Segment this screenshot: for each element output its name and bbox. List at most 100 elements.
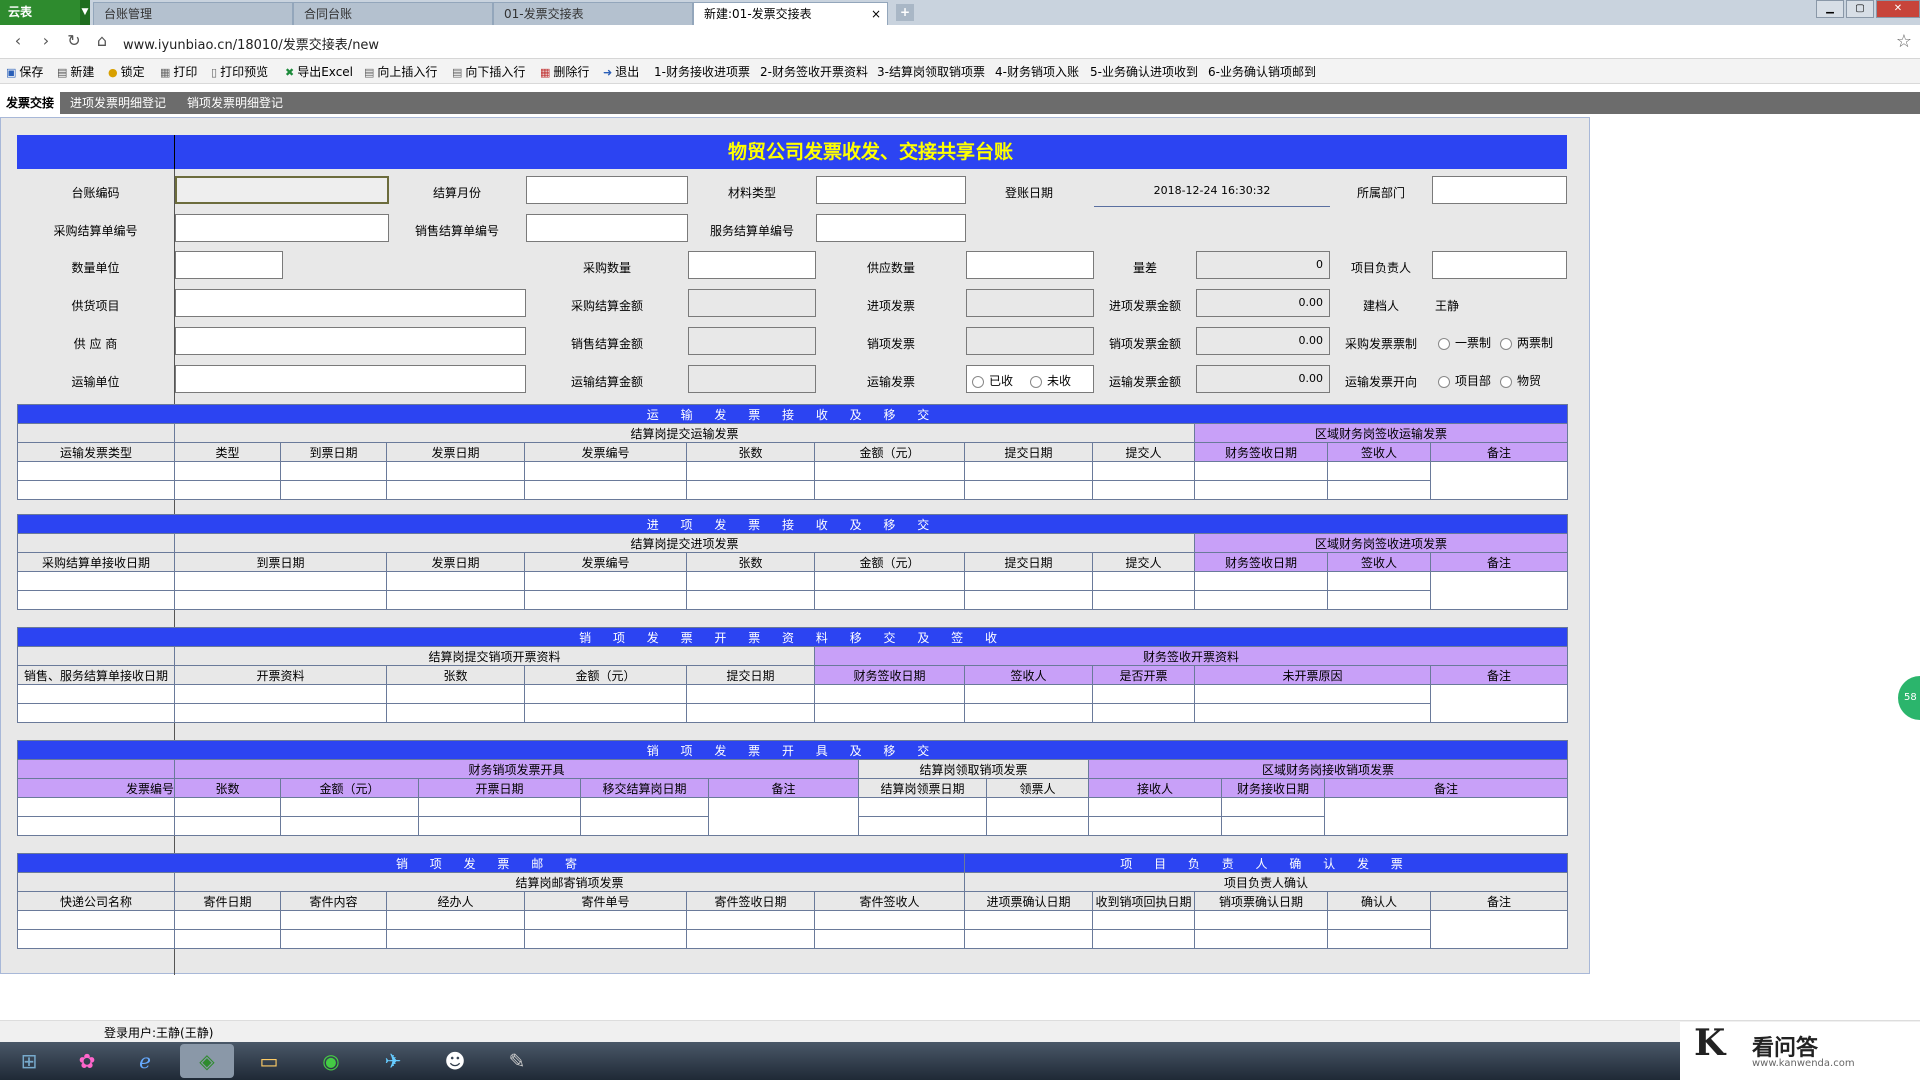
table-cell[interactable]: [964, 480, 1093, 500]
table-cell[interactable]: [524, 684, 687, 704]
new-tab-button[interactable]: +: [896, 4, 914, 21]
table-cell[interactable]: [280, 929, 387, 949]
table-cell[interactable]: [1430, 571, 1568, 610]
table-cell[interactable]: [686, 461, 815, 481]
refresh-icon[interactable]: ↻: [64, 31, 84, 51]
table-cell[interactable]: [986, 816, 1089, 836]
forward-icon[interactable]: ›: [36, 31, 56, 51]
table-cell[interactable]: [17, 461, 175, 481]
floating-assistant-button[interactable]: 58: [1898, 676, 1920, 720]
folder-icon[interactable]: ▭: [242, 1044, 296, 1078]
table-cell[interactable]: [524, 929, 687, 949]
table-cell[interactable]: [814, 910, 965, 930]
table-cell[interactable]: [986, 797, 1089, 817]
tab-invoice-handover-sheet[interactable]: 发票交接: [0, 92, 61, 114]
table-cell[interactable]: [386, 910, 525, 930]
url-field[interactable]: www.iyunbiao.cn/18010/发票交接表/new: [123, 34, 379, 53]
tab-close-icon[interactable]: ×: [871, 3, 881, 26]
table-cell[interactable]: [17, 703, 175, 723]
table-cell[interactable]: [686, 703, 815, 723]
table-cell[interactable]: [814, 590, 965, 610]
table-cell[interactable]: [1327, 929, 1431, 949]
table-cell[interactable]: [1194, 461, 1328, 481]
table-cell[interactable]: [1194, 703, 1431, 723]
table-cell[interactable]: [17, 797, 175, 817]
table-cell[interactable]: [386, 929, 525, 949]
maximize-icon[interactable]: ▢: [1846, 0, 1874, 18]
table-cell[interactable]: [686, 910, 815, 930]
tab-new-invoice-handover[interactable]: 新建:01-发票交接表 ×: [693, 2, 888, 25]
tab-output-invoice-register[interactable]: 销项发票明细登记: [181, 92, 289, 114]
table-cell[interactable]: [280, 480, 387, 500]
workflow-step-6-button[interactable]: 6-业务确认销项邮到: [1208, 63, 1316, 80]
table-cell[interactable]: [418, 797, 581, 817]
delete-row-button[interactable]: ▦ 删除行: [540, 63, 589, 80]
table-cell[interactable]: [580, 797, 709, 817]
table-cell[interactable]: [280, 910, 387, 930]
bookmark-star-icon[interactable]: ☆: [1896, 31, 1912, 52]
table-cell[interactable]: [174, 461, 281, 481]
table-cell[interactable]: [386, 590, 525, 610]
table-cell[interactable]: [1088, 816, 1222, 836]
table-cell[interactable]: [964, 703, 1093, 723]
table-cell[interactable]: [1194, 910, 1328, 930]
table-cell[interactable]: [1092, 480, 1195, 500]
home-icon[interactable]: ⌂: [92, 31, 112, 51]
browser-icon[interactable]: ℯ: [118, 1044, 172, 1078]
settle-month-input[interactable]: [526, 176, 688, 204]
table-cell[interactable]: [17, 910, 175, 930]
table-cell[interactable]: [418, 816, 581, 836]
table-cell[interactable]: [964, 910, 1093, 930]
app-icon[interactable]: ✿: [60, 1044, 114, 1078]
table-cell[interactable]: [174, 797, 281, 817]
tab-input-invoice-register[interactable]: 进项发票明细登记: [64, 92, 172, 114]
table-cell[interactable]: [964, 461, 1093, 481]
table-cell[interactable]: [386, 461, 525, 481]
table-cell[interactable]: [686, 684, 815, 704]
workflow-step-2-button[interactable]: 2-财务签收开票资料: [760, 63, 868, 80]
table-cell[interactable]: [386, 703, 525, 723]
table-cell[interactable]: [814, 703, 965, 723]
table-cell[interactable]: [580, 816, 709, 836]
service-no-input[interactable]: [816, 214, 966, 242]
yunbiao-app-icon[interactable]: ◈: [180, 1044, 234, 1078]
table-cell[interactable]: [964, 684, 1093, 704]
sync-app-icon[interactable]: ◉: [304, 1044, 358, 1078]
table-cell[interactable]: [174, 684, 387, 704]
table-cell[interactable]: [1429, 910, 1569, 949]
table-cell[interactable]: [280, 797, 419, 817]
two-ticket-radio[interactable]: 两票制: [1500, 334, 1553, 351]
table-cell[interactable]: [964, 590, 1093, 610]
table-cell[interactable]: [686, 590, 815, 610]
table-cell[interactable]: [1194, 571, 1328, 591]
table-cell[interactable]: [524, 480, 687, 500]
workflow-step-1-button[interactable]: 1-财务接收进项票: [654, 63, 750, 80]
lock-button[interactable]: ● 锁定: [108, 63, 145, 80]
print-preview-button[interactable]: ▯ 打印预览: [211, 63, 268, 80]
table-cell[interactable]: [1092, 703, 1195, 723]
start-button-icon[interactable]: ⊞: [2, 1044, 56, 1078]
table-cell[interactable]: [1194, 480, 1328, 500]
table-cell[interactable]: [858, 797, 987, 817]
one-ticket-radio[interactable]: 一票制: [1438, 334, 1491, 351]
table-cell[interactable]: [814, 684, 965, 704]
paint-app-icon[interactable]: ✎: [490, 1044, 544, 1078]
table-cell[interactable]: [964, 571, 1093, 591]
transport-unit-input[interactable]: [175, 365, 526, 393]
workflow-step-3-button[interactable]: 3-结算岗领取销项票: [877, 63, 985, 80]
table-cell[interactable]: [1092, 590, 1195, 610]
window-close-icon[interactable]: ✕: [1876, 0, 1920, 18]
table-cell[interactable]: [1092, 684, 1195, 704]
app-menu-caret-icon[interactable]: ▼: [80, 0, 90, 25]
table-cell[interactable]: [174, 929, 281, 949]
insert-row-above-button[interactable]: ▤ 向上插入行: [364, 63, 437, 80]
table-cell[interactable]: [1221, 797, 1325, 817]
table-cell[interactable]: [1221, 816, 1325, 836]
insert-row-below-button[interactable]: ▤ 向下插入行: [452, 63, 525, 80]
table-cell[interactable]: [524, 910, 687, 930]
tab-contract-ledger[interactable]: 合同台账: [293, 2, 493, 25]
material-type-input[interactable]: [816, 176, 966, 204]
table-cell[interactable]: [964, 929, 1093, 949]
table-cell[interactable]: [1327, 480, 1431, 500]
ledger-code-input[interactable]: [175, 176, 389, 204]
